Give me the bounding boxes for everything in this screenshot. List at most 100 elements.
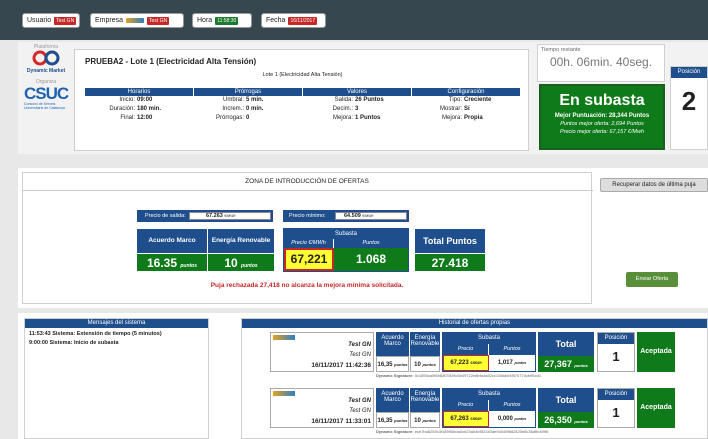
- info-line-value: 26 Puntos: [355, 97, 384, 103]
- history-subasta: Subasta Precio Puntos 67,263 €/MWh 0,000…: [442, 388, 536, 428]
- history-precio-label: Precio: [443, 344, 489, 355]
- info-section-title: Configuración: [412, 88, 520, 96]
- info-line-value: 1 Puntos: [355, 115, 381, 121]
- history-puntos-unit: puntos: [514, 417, 527, 421]
- history-precio-cell: 67,263 €/MWh: [443, 411, 489, 427]
- recuperar-button[interactable]: Recuperar datos de última puja: [600, 178, 708, 192]
- history-user: Test GN: [349, 408, 371, 414]
- precio-input[interactable]: 67,221: [284, 248, 334, 271]
- energia-value: 10: [224, 256, 238, 270]
- history-energia: Energía Renovable 10 puntos: [410, 332, 440, 372]
- history-subasta-values: 67,263 €/MWh 0,000 puntos: [443, 411, 535, 427]
- info-line-value: 3: [355, 106, 359, 112]
- history-puntos-value: 1,017: [497, 360, 513, 366]
- info-line-value: Creciente: [464, 97, 492, 103]
- history-acuerdo-label: Acuerdo Marco: [376, 388, 409, 412]
- history-acuerdo-cell: 16,35 puntos: [376, 412, 409, 428]
- info-line-label: Mostrar:: [439, 106, 462, 112]
- hora-value: 11:58:30: [215, 16, 239, 25]
- precio-minimo-box: Precio mínimo: 64.509 €/MWh: [283, 210, 409, 222]
- error-message: Puja rechazada 27,418 no alcanza la mejo…: [210, 282, 404, 289]
- history-energia-label: Energía Renovable: [410, 388, 440, 412]
- history-subasta-label: Subasta: [443, 333, 535, 344]
- message-item: 11:53:43 Sistema: Extensión de tiempo (5…: [29, 331, 162, 337]
- info-line-label: Mejora:: [332, 115, 353, 121]
- fecha-value: 16/11/2017: [288, 16, 318, 25]
- subasta-label: Subasta: [284, 229, 408, 239]
- history-total-cell: 27,367 puntos: [538, 356, 594, 372]
- status-card: En subasta Mejor Puntuación: 28,344 Punt…: [539, 84, 665, 150]
- history-company-card: Test GN Test GN 16/11/2017 11:33:01: [270, 388, 374, 428]
- history-company: Test GN: [348, 398, 371, 404]
- history-total-value: 27,367: [544, 359, 572, 369]
- history-total-cell: 26,350 puntos: [538, 412, 594, 428]
- history-energia-unit: puntos: [422, 418, 436, 423]
- history-total-value: 26,350: [544, 415, 572, 425]
- energia-label: Energía Renovable: [208, 229, 274, 253]
- precio-salida-box: Precio de salida: 67.263 €/MWh: [137, 210, 273, 222]
- puntos-mejor-oferta: Puntos mejor oferta: 2,694 Puntos: [560, 121, 644, 127]
- info-line-label: Prórrogas:: [215, 115, 244, 121]
- usuario-value: Test GN: [54, 16, 77, 25]
- time-card: Tiempo restante 00h. 06min. 40seg.: [537, 44, 665, 82]
- empresa-logo-icon: [126, 18, 145, 23]
- plataforma-name: Dynamic Market: [26, 68, 66, 74]
- precio-salida-field: 67.263 €/MWh: [189, 212, 271, 220]
- history-signature-label: Dynamic Signature:: [376, 373, 414, 378]
- history-posicion: Posición 1: [597, 388, 635, 428]
- puntos-col-label: Puntos: [334, 239, 408, 248]
- history-precio-unit: €/MWh: [470, 361, 482, 365]
- info-line-label: Increm.:: [222, 106, 244, 112]
- hora-pill: Hora 11:58:30: [192, 13, 252, 28]
- info-line: Mejora: 1 Puntos: [303, 114, 411, 123]
- history-company: Test GN: [348, 342, 371, 348]
- posicion-value: 2: [681, 86, 697, 116]
- messages-title: Mensajes del sistema: [25, 319, 208, 328]
- history-acuerdo-cell: 16,35 puntos: [376, 356, 409, 372]
- info-line-value: Sí: [464, 106, 470, 112]
- history-user: Test GN: [349, 352, 371, 358]
- acuerdo-cell: 16.35 puntos: [137, 253, 207, 271]
- info-line-value: 180 min.: [137, 106, 162, 112]
- info-line: Final: 12:00: [85, 114, 193, 123]
- info-section: Configuración Tipo: Creciente Mostrar: Sí Mej…: [412, 88, 520, 123]
- history-signature-value: 0c1855ca0f6b83f20f29c5b49722e8bfa4a52cc1…: [414, 373, 542, 378]
- history-company-card: Test GN Test GN 16/11/2017 11:42:36: [270, 332, 374, 372]
- energia-unit: puntos: [241, 263, 258, 269]
- history-energia-cell: 10 puntos: [410, 356, 440, 372]
- precio-minimo-label: Precio mínimo:: [289, 213, 326, 219]
- history-signature-value: ece7ba6259c3f18990bda0cb23a54b5f2340ae94…: [414, 429, 549, 434]
- acuerdo-unit: puntos: [180, 263, 198, 269]
- company-logo-icon: [273, 335, 295, 340]
- auction-title: PRUEBA2 - Lote 1 (Electricidad Alta Tens…: [85, 57, 257, 66]
- history-precio-value: 67,263: [450, 416, 469, 422]
- acuerdo-value: 16.35: [146, 256, 177, 270]
- info-line-value: 0 min.: [246, 106, 264, 112]
- history-title: Historial de ofertas propias: [242, 319, 707, 328]
- history-energia-value: 10: [414, 418, 421, 424]
- fecha-label: Fecha: [266, 17, 286, 24]
- info-line-label: Salida:: [334, 97, 353, 103]
- history-energia-cell: 10 puntos: [410, 412, 440, 428]
- history-acuerdo-value: 16,35: [377, 418, 393, 424]
- history-puntos-cell: 1,017 puntos: [489, 355, 535, 371]
- info-line-label: Umbral:: [222, 97, 244, 103]
- info-line-label: Final:: [120, 115, 135, 121]
- usuario-pill: Usuario Test GN: [22, 13, 80, 28]
- acuerdo-label: Acuerdo Marco: [137, 229, 207, 253]
- info-line: Prórrogas: 0: [194, 114, 302, 123]
- history-precio-value: 67,223: [450, 360, 469, 366]
- info-line-label: Duración:: [109, 106, 135, 112]
- history-rows: Test GN Test GN 16/11/2017 11:42:36 Acue…: [242, 332, 707, 438]
- history-posicion-value: 1: [612, 405, 620, 420]
- history-acuerdo: Acuerdo Marco 16,35 puntos: [376, 388, 409, 428]
- precio-salida-label: Precio de salida:: [145, 213, 186, 219]
- subasta-values: 67,221 1.068: [284, 248, 408, 271]
- enviar-oferta-button[interactable]: Enviar Oferta: [626, 272, 678, 287]
- history-acuerdo-unit: puntos: [394, 362, 408, 367]
- history-posicion-label: Posición: [598, 389, 634, 400]
- mejor-puntuacion: Mejor Puntuación: 28,344 Puntos: [554, 113, 650, 119]
- auction-info-card: PRUEBA2 - Lote 1 (Electricidad Alta Tens…: [74, 49, 529, 151]
- info-line-label: Mejora:: [441, 115, 462, 121]
- history-subasta-label: Subasta: [443, 389, 535, 400]
